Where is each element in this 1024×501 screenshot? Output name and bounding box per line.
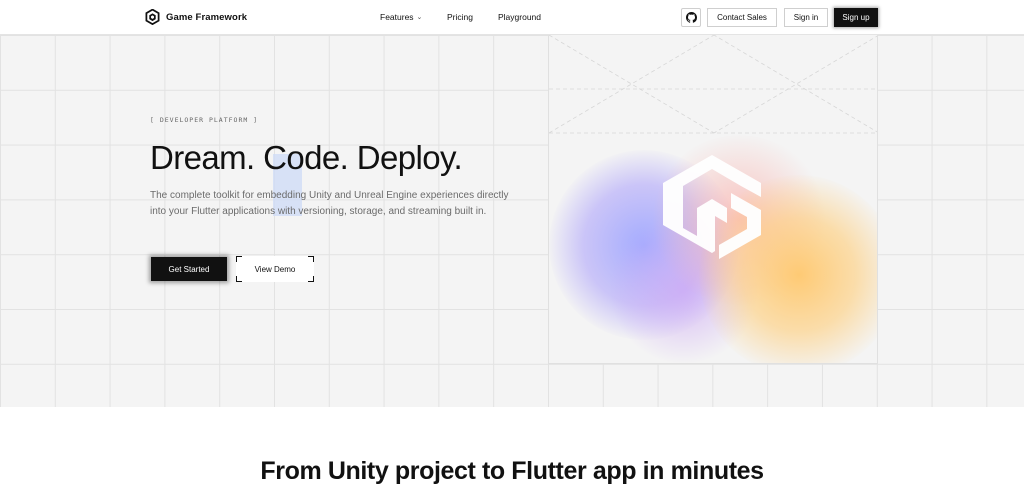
bracket-corner — [236, 256, 242, 262]
nav-features[interactable]: Features ⌄ — [380, 12, 422, 22]
hero-eyebrow: [ DEVELOPER PLATFORM ] — [150, 116, 259, 124]
bracket-corner — [308, 276, 314, 282]
nav-pricing[interactable]: Pricing — [447, 12, 473, 22]
bracket-corner — [236, 276, 242, 282]
game-framework-logo-icon — [145, 9, 160, 25]
top-nav: Game Framework Features ⌄ Pricing Playgr… — [0, 0, 1024, 35]
hero-subtitle: The complete toolkit for embedding Unity… — [150, 190, 509, 217]
nav-features-label: Features — [380, 12, 414, 22]
hero-section: [ DEVELOPER PLATFORM ] Dream. Code. Depl… — [0, 35, 1024, 407]
sign-up-button[interactable]: Sign up — [834, 8, 878, 27]
get-started-button[interactable]: Get Started — [151, 257, 227, 281]
github-button[interactable] — [681, 8, 701, 27]
nav-playground[interactable]: Playground — [498, 12, 541, 22]
section-title: From Unity project to Flutter app in min… — [260, 457, 764, 485]
nav-playground-label: Playground — [498, 12, 542, 22]
game-framework-logo-icon — [663, 155, 761, 259]
hero-visual-panel — [548, 35, 878, 364]
hero-headline: Dream. Code. Deploy. — [150, 139, 463, 176]
brand-link[interactable]: Game Framework — [145, 9, 247, 25]
view-demo-label: View Demo — [254, 264, 296, 274]
bracket-corner — [308, 256, 314, 262]
sign-in-button[interactable]: Sign in — [784, 8, 828, 27]
view-demo-button[interactable]: View Demo — [236, 256, 314, 282]
contact-sales-button[interactable]: Contact Sales — [707, 8, 777, 27]
nav-pricing-label: Pricing — [447, 12, 473, 22]
chevron-down-icon: ⌄ — [416, 14, 423, 21]
brand-name: Game Framework — [166, 11, 248, 23]
github-icon — [685, 12, 697, 23]
